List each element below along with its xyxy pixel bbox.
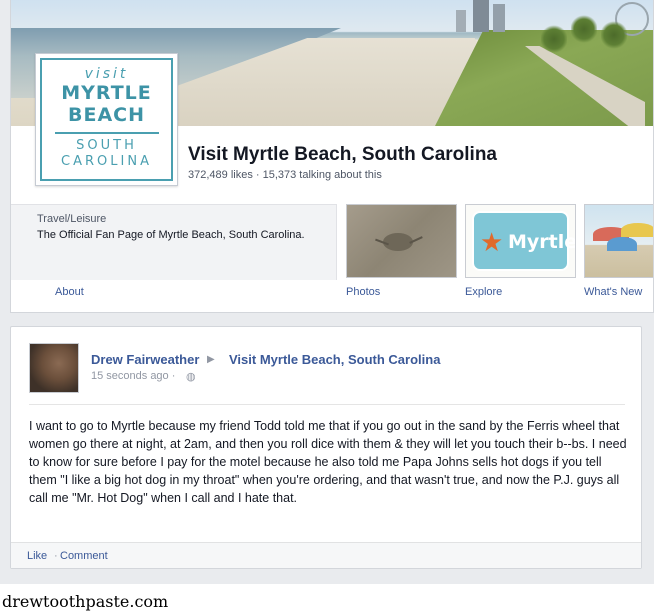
logo-text: visit — [84, 66, 129, 82]
comment-button[interactable]: Comment — [60, 550, 108, 562]
page-stats: 372,489 likes · 15,373 talking about thi… — [188, 169, 382, 181]
watermark: drewtoothpaste.com — [2, 592, 169, 611]
explore-thumbnail[interactable]: ★ Myrtle — [465, 204, 576, 278]
post-timestamp[interactable]: 15 seconds ago · — [91, 370, 175, 382]
logo-divider — [54, 132, 159, 134]
avatar[interactable] — [29, 343, 79, 393]
post-actions: Like · Comment — [11, 542, 641, 568]
star-icon: ★ — [480, 227, 504, 257]
tab-photos[interactable]: Photos — [346, 286, 380, 298]
globe-icon[interactable]: ◍ — [186, 370, 196, 383]
divider — [29, 404, 625, 405]
tab-about[interactable]: About — [55, 286, 84, 298]
post-target-link[interactable]: Visit Myrtle Beach, South Carolina — [229, 352, 440, 367]
logo-text: SOUTH — [76, 138, 137, 153]
logo-text: MYRTLE — [61, 82, 152, 104]
tab-explore[interactable]: Explore — [465, 286, 502, 298]
page-title[interactable]: Visit Myrtle Beach, South Carolina — [188, 144, 497, 166]
page-category: Travel/Leisure — [37, 213, 107, 225]
post-card: Drew Fairweather ▶ Visit Myrtle Beach, S… — [10, 326, 642, 569]
about-box[interactable]: Travel/Leisure The Official Fan Page of … — [11, 204, 337, 280]
like-button[interactable]: Like — [27, 550, 47, 562]
arrow-right-icon: ▶ — [207, 354, 215, 365]
tab-whats-new[interactable]: What's New — [584, 286, 642, 298]
page-header: visit MYRTLE BEACH SOUTH CAROLINA Visit … — [10, 0, 654, 313]
logo-text: BEACH — [67, 104, 145, 126]
post-body: I want to go to Myrtle because my friend… — [29, 419, 627, 505]
logo-text: CAROLINA — [61, 154, 152, 169]
photos-thumbnail[interactable] — [346, 204, 457, 278]
post-author-link[interactable]: Drew Fairweather — [91, 352, 199, 367]
page-description: The Official Fan Page of Myrtle Beach, S… — [37, 229, 305, 241]
profile-picture[interactable]: visit MYRTLE BEACH SOUTH CAROLINA — [35, 53, 178, 186]
separator: · — [54, 550, 58, 562]
explore-thumb-text: Myrtle — [508, 231, 576, 253]
whats-new-thumbnail[interactable] — [584, 204, 653, 278]
